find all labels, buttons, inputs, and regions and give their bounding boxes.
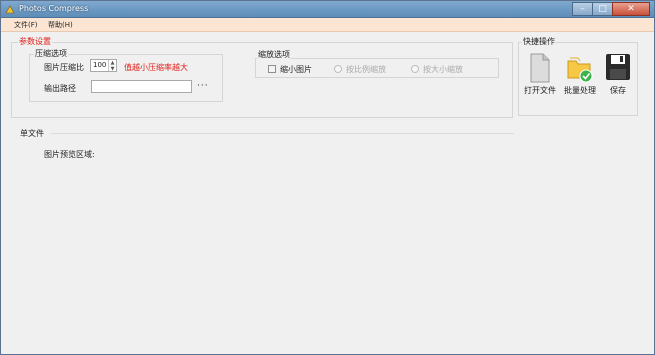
folder-check-icon bbox=[567, 57, 593, 83]
window-title: Photos Compress bbox=[19, 4, 89, 13]
ratio-label: 图片压缩比 bbox=[44, 63, 84, 72]
scale-by-size-label: 按大小缩放 bbox=[423, 65, 463, 74]
maximize-button[interactable]: □ bbox=[592, 2, 613, 16]
minimize-icon: – bbox=[580, 3, 585, 14]
preview-area-label: 图片预览区域: bbox=[44, 150, 95, 159]
spinner-up-button[interactable]: ▲ bbox=[109, 60, 116, 66]
title-bar[interactable]: Photos Compress – □ ✕ bbox=[1, 1, 654, 18]
save-label: 保存 bbox=[610, 86, 626, 95]
menu-help[interactable]: 帮助(H) bbox=[48, 20, 73, 30]
shrink-checkbox[interactable] bbox=[268, 65, 276, 73]
close-button[interactable]: ✕ bbox=[612, 2, 650, 16]
quick-actions-title: 快捷操作 bbox=[522, 36, 556, 47]
floppy-disk-icon bbox=[606, 54, 630, 80]
open-file-label: 打开文件 bbox=[524, 86, 556, 95]
menu-file[interactable]: 文件(F) bbox=[14, 20, 38, 30]
save-button[interactable]: 保存 bbox=[600, 53, 636, 103]
params-group-title: 参数设置 bbox=[18, 36, 52, 47]
ratio-value: 100 bbox=[93, 61, 107, 69]
close-icon: ✕ bbox=[627, 3, 635, 14]
preview-area[interactable] bbox=[44, 163, 514, 343]
window-controls: – □ ✕ bbox=[572, 2, 650, 17]
scale-by-ratio-label: 按比例缩放 bbox=[346, 65, 386, 74]
app-icon bbox=[5, 5, 15, 14]
ratio-note: 值越小压缩率越大 bbox=[124, 63, 188, 72]
maximize-icon: □ bbox=[598, 3, 607, 14]
output-path-input[interactable] bbox=[91, 80, 192, 93]
browse-button[interactable]: ··· bbox=[197, 81, 209, 91]
batch-process-label: 批量处理 bbox=[564, 86, 596, 95]
app-window: Photos Compress – □ ✕ 文件(F) 帮助(H) 参数设置 压… bbox=[0, 0, 655, 355]
spinner-down-button[interactable]: ▼ bbox=[109, 65, 116, 72]
ratio-spinner[interactable]: 100 ▲ ▼ bbox=[90, 59, 117, 72]
document-icon bbox=[530, 53, 550, 83]
scale-by-size-radio[interactable] bbox=[411, 65, 419, 73]
scale-group-title: 缩放选项 bbox=[257, 49, 291, 60]
batch-process-button[interactable]: 批量处理 bbox=[562, 53, 598, 103]
chevron-down-icon: ▼ bbox=[110, 65, 115, 72]
shrink-label: 缩小图片 bbox=[280, 65, 312, 74]
compression-group-title: 压缩选项 bbox=[34, 48, 68, 59]
scale-by-ratio-radio[interactable] bbox=[334, 65, 342, 73]
single-file-divider bbox=[51, 133, 514, 134]
minimize-button[interactable]: – bbox=[572, 2, 593, 16]
open-file-button[interactable]: 打开文件 bbox=[522, 53, 558, 103]
output-path-label: 输出路径 bbox=[44, 84, 76, 93]
spinner-buttons: ▲ ▼ bbox=[108, 60, 116, 72]
single-file-title: 单文件 bbox=[20, 129, 44, 138]
menu-bar: 文件(F) 帮助(H) bbox=[1, 18, 654, 32]
